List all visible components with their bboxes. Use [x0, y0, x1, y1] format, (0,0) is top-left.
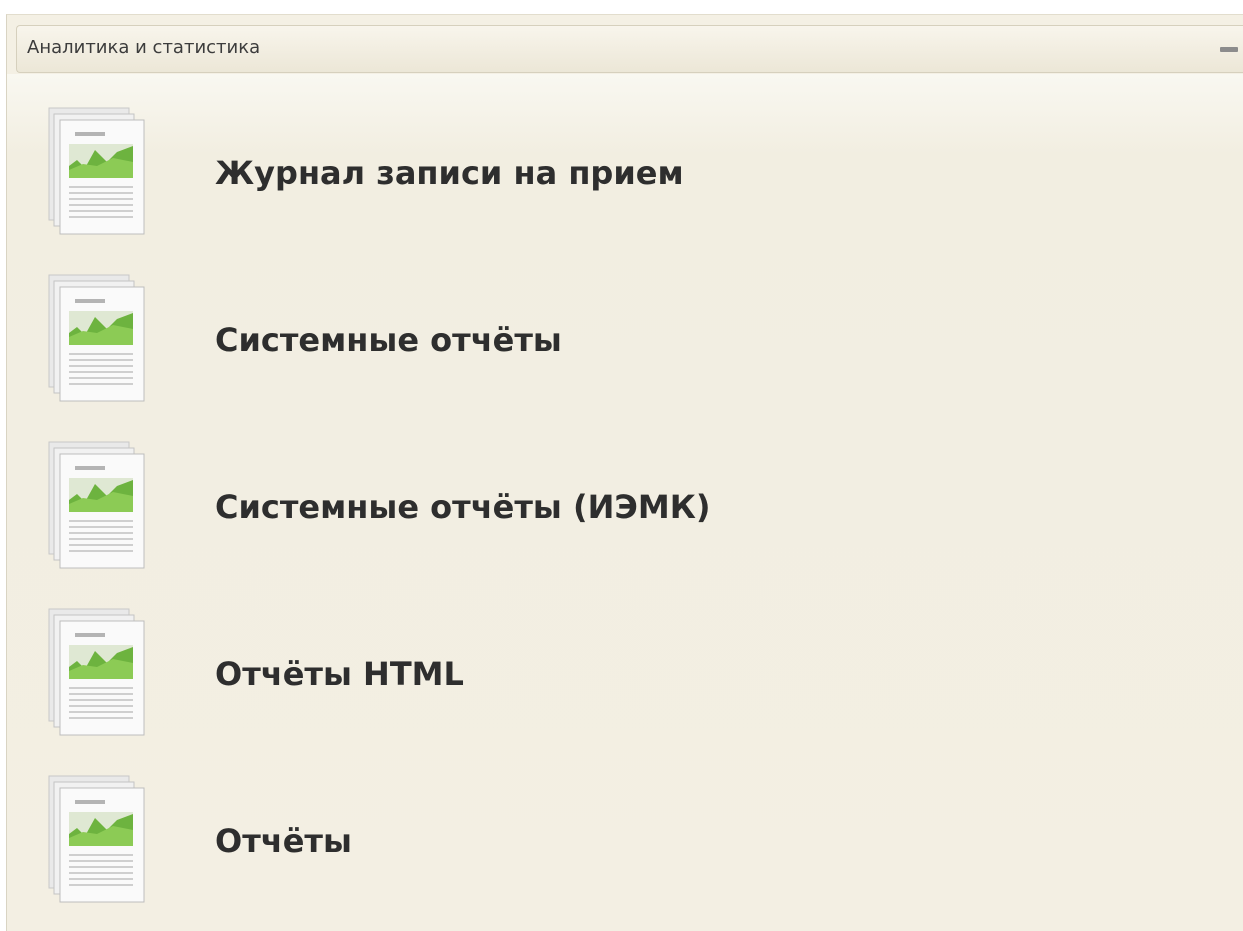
report-chart-icon [48, 775, 145, 903]
report-item-reports[interactable]: Отчёты [43, 774, 943, 914]
report-list: Журнал записи на прием Системные отчёты [7, 74, 1243, 931]
report-label: Системные отчёты (ИЭМК) [215, 488, 711, 526]
minus-icon[interactable] [1218, 38, 1240, 60]
report-chart-icon [48, 107, 145, 235]
report-chart-icon [48, 274, 145, 402]
panel-header[interactable]: Аналитика и статистика [16, 25, 1243, 73]
analytics-panel: Аналитика и статистика Журнал записи на … [6, 14, 1243, 931]
report-label: Журнал записи на прием [215, 154, 684, 192]
report-label: Системные отчёты [215, 321, 562, 359]
report-chart-icon [48, 608, 145, 736]
report-label: Отчёты HTML [215, 655, 464, 693]
report-item-appointment-journal[interactable]: Журнал записи на прием [43, 106, 943, 246]
report-chart-icon [48, 441, 145, 569]
panel-title: Аналитика и статистика [27, 37, 261, 58]
report-item-system-reports[interactable]: Системные отчёты [43, 273, 943, 413]
report-item-html-reports[interactable]: Отчёты HTML [43, 607, 943, 747]
report-item-system-reports-iemk[interactable]: Системные отчёты (ИЭМК) [43, 440, 943, 580]
report-label: Отчёты [215, 822, 352, 860]
